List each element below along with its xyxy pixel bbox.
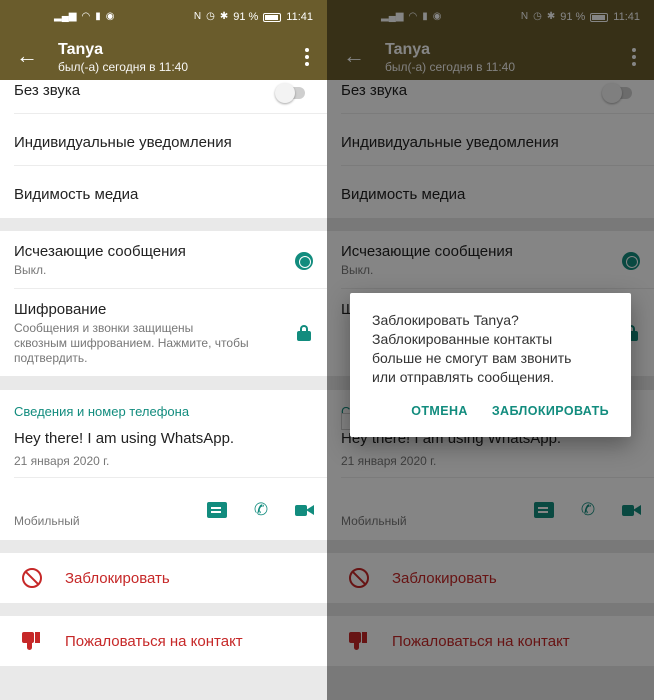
notifications-card: Без звука Индивидуальные уведомления Вид… (0, 80, 327, 218)
contact-name: Tanya (58, 41, 104, 58)
custom-notifications-row[interactable]: Индивидуальные уведомления (14, 114, 327, 166)
data-icon: ◉ (105, 11, 115, 22)
phone-row[interactable]: Мобильный ✆ (14, 478, 327, 540)
media-visibility-label: Видимость медиа (14, 186, 139, 203)
encryption-desc-2: сквозным шифрованием. Нажмите, чтобы (14, 336, 249, 350)
mute-row[interactable]: Без звука (14, 80, 327, 114)
app-bar: ← Tanya был(-а) сегодня в 11:40 (0, 36, 327, 80)
phone-icon[interactable]: ✆ (251, 501, 271, 518)
disappearing-row[interactable]: Исчезающие сообщения Выкл. (14, 231, 327, 289)
back-arrow-icon[interactable]: ← (16, 44, 38, 68)
scroll-content[interactable]: Без звука Индивидуальные уведомления Вид… (0, 80, 327, 700)
status-date: 21 января 2020 г. (14, 454, 110, 468)
wifi-icon: ◠ (81, 11, 91, 22)
status-text: Hey there! I am using WhatsApp. (14, 430, 235, 447)
dialog-line-3: больше не смогут вам звонить (372, 350, 572, 366)
encryption-desc-3: подтвердить. (14, 351, 88, 365)
custom-notifications-label: Индивидуальные уведомления (14, 134, 232, 151)
mute-toggle[interactable] (275, 83, 305, 103)
about-card: Сведения и номер телефона Hey there! I a… (0, 390, 327, 540)
more-options-icon[interactable] (305, 48, 309, 69)
last-seen: был(-а) сегодня в 11:40 (58, 60, 189, 74)
mute-label: Без звука (14, 82, 81, 99)
disappearing-value: Выкл. (14, 263, 47, 277)
phone-type: Мобильный (14, 514, 80, 528)
contact-info-screen: ▂▄▆ ◠ ▮ ◉ N ◷ ✱ 91 % 11:41 ← Tanya был(-… (0, 0, 327, 700)
alarm-icon: ◷ (206, 11, 215, 22)
dialog-line-4: или отправлять сообщения. (372, 369, 555, 385)
privacy-card: Исчезающие сообщения Выкл. Шифрование Со… (0, 231, 327, 376)
block-label: Заблокировать (65, 570, 170, 587)
thumb-down-icon (22, 632, 42, 650)
nfc-icon: N (193, 11, 202, 22)
encryption-row[interactable]: Шифрование Сообщения и звонки защищены с… (14, 289, 327, 376)
signal-icon: ▂▄▆ (54, 11, 77, 22)
timer-icon (295, 252, 313, 270)
message-icon[interactable] (207, 502, 227, 518)
bluetooth-icon: ✱ (219, 11, 229, 22)
lock-icon (297, 325, 311, 341)
clock: 11:41 (286, 11, 313, 23)
disappearing-label: Исчезающие сообщения (14, 243, 186, 260)
block-confirm-dialog: Заблокировать Tanya? Заблокированные кон… (350, 293, 631, 437)
battery-icon (263, 12, 282, 22)
cancel-button[interactable]: ОТМЕНА (411, 404, 468, 418)
status-right: N ◷ ✱ 91 % 11:41 (194, 11, 313, 23)
phone-actions: ✆ (183, 501, 327, 518)
report-row[interactable]: Пожаловаться на контакт (0, 616, 327, 666)
contact-info-screen-dialog: ▂▄▆ ◠ ▮ ◉ N ◷ ✱ 91 % 11:41 ← Tanya был(-… (327, 0, 654, 700)
status-bar: ▂▄▆ ◠ ▮ ◉ N ◷ ✱ 91 % 11:41 (0, 0, 327, 36)
status-row: Hey there! I am using WhatsApp. 21 январ… (14, 422, 327, 478)
sim-icon: ▮ (95, 11, 101, 22)
encryption-desc-1: Сообщения и звонки защищены (14, 321, 194, 335)
block-row[interactable]: Заблокировать (0, 553, 327, 603)
status-left-icons: ▂▄▆ ◠ ▮ ◉ (54, 11, 114, 23)
dialog-line-2: Заблокированные контакты (372, 331, 553, 347)
about-section-title: Сведения и номер телефона (14, 404, 190, 419)
dialog-message: Заблокировать Tanya? Заблокированные кон… (372, 311, 612, 387)
video-call-icon[interactable] (295, 502, 315, 518)
battery-percent: 91 % (233, 11, 259, 23)
dialog-line-1: Заблокировать Tanya? (372, 312, 519, 328)
media-visibility-row[interactable]: Видимость медиа (14, 166, 327, 218)
confirm-block-button[interactable]: ЗАБЛОКИРОВАТЬ (492, 404, 609, 418)
contact-header[interactable]: Tanya был(-а) сегодня в 11:40 (58, 40, 188, 74)
encryption-label: Шифрование (14, 301, 107, 318)
block-icon (22, 568, 42, 588)
report-label: Пожаловаться на контакт (65, 633, 243, 650)
dialog-actions: ОТМЕНА ЗАБЛОКИРОВАТЬ (411, 404, 609, 418)
